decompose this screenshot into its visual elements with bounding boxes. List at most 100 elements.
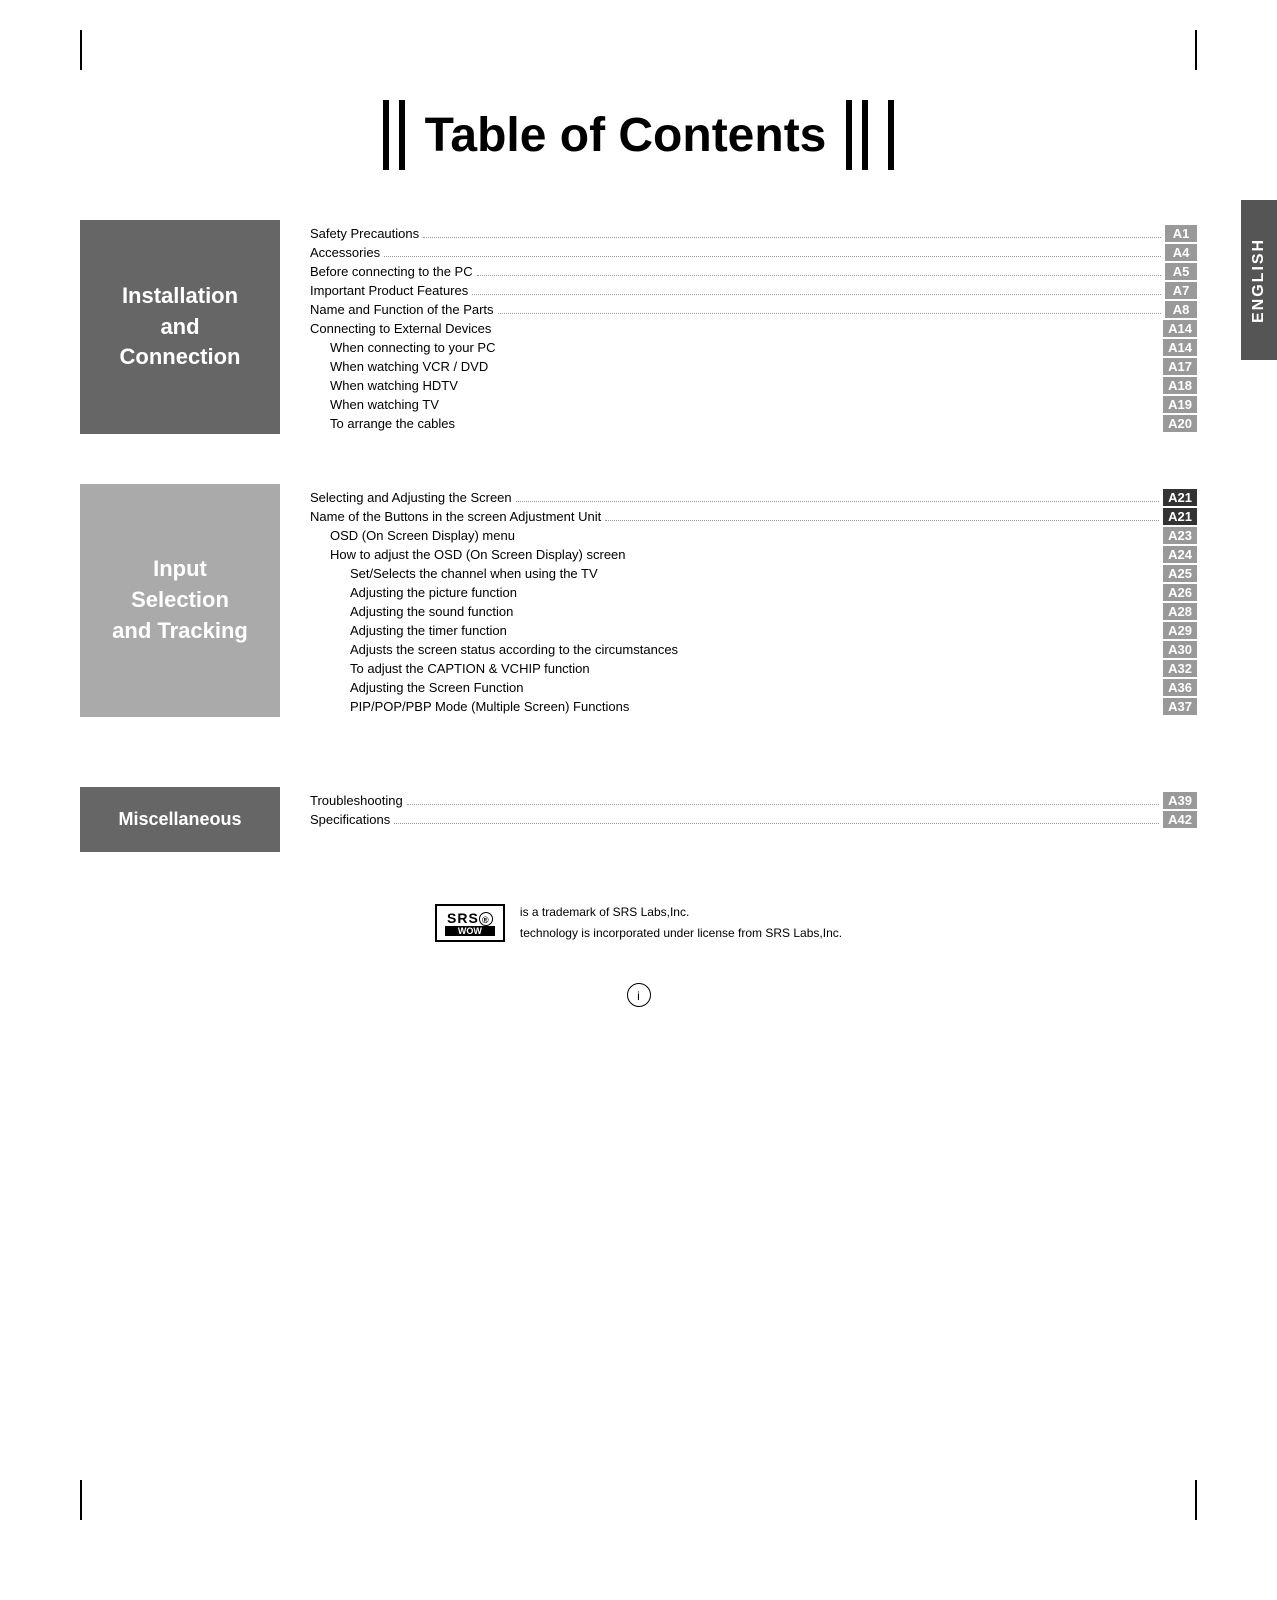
toc-row: To adjust the CAPTION & VCHIP function A… (310, 660, 1197, 677)
trademark-section: SRS® WOW is a trademark of SRS Labs,Inc.… (80, 902, 1197, 943)
toc-page: A18 (1163, 377, 1197, 394)
toc-row: Connecting to External Devices A14 (310, 320, 1197, 337)
toc-row: PIP/POP/PBP Mode (Multiple Screen) Funct… (310, 698, 1197, 715)
content-area: InstallationandConnection Safety Precaut… (80, 220, 1197, 1007)
toc-text: Important Product Features (310, 283, 468, 298)
section-label-miscellaneous: Miscellaneous (80, 787, 280, 852)
toc-page: A26 (1163, 584, 1197, 601)
toc-page: A19 (1163, 396, 1197, 413)
toc-text: PIP/POP/PBP Mode (Multiple Screen) Funct… (310, 699, 629, 714)
srs-circle: ® (479, 912, 493, 926)
toc-text: Specifications (310, 812, 390, 827)
toc-page: A24 (1163, 546, 1197, 563)
toc-row: Adjusting the picture function A26 (310, 584, 1197, 601)
toc-text: Adjusting the picture function (310, 585, 517, 600)
toc-row: Adjusting the sound function A28 (310, 603, 1197, 620)
corner-mark-br-v (1195, 1480, 1197, 1520)
toc-text: Adjusting the timer function (310, 623, 507, 638)
toc-page: A8 (1165, 301, 1197, 318)
toc-row: When watching TV A19 (310, 396, 1197, 413)
toc-row: Accessories A4 (310, 244, 1197, 261)
toc-row: Adjusting the timer function A29 (310, 622, 1197, 639)
toc-row: When watching HDTV A18 (310, 377, 1197, 394)
toc-dots (498, 313, 1161, 314)
toc-page: A30 (1163, 641, 1197, 658)
toc-page: A28 (1163, 603, 1197, 620)
title-section: Table of Contents (80, 100, 1197, 170)
toc-dots (472, 294, 1161, 295)
toc-row: Set/Selects the channel when using the T… (310, 565, 1197, 582)
page-number-section: i (80, 983, 1197, 1007)
toc-page: A39 (1163, 792, 1197, 809)
toc-row: OSD (On Screen Display) menu A23 (310, 527, 1197, 544)
section-miscellaneous: Miscellaneous Troubleshooting A39 Specif… (80, 787, 1197, 852)
toc-row: Important Product Features A7 (310, 282, 1197, 299)
toc-text: Name and Function of the Parts (310, 302, 494, 317)
toc-text: Before connecting to the PC (310, 264, 473, 279)
toc-text: Accessories (310, 245, 380, 260)
trademark-text: is a trademark of SRS Labs,Inc. technolo… (520, 902, 842, 943)
section-input: InputSelectionand Tracking Selecting and… (80, 484, 1197, 717)
section-items-input: Selecting and Adjusting the Screen A21 N… (310, 484, 1197, 717)
toc-text: Selecting and Adjusting the Screen (310, 490, 512, 505)
trademark-line1: is a trademark of SRS Labs,Inc. (520, 902, 842, 922)
english-tab: ENGLISH (1241, 200, 1277, 360)
section-installation: InstallationandConnection Safety Precaut… (80, 220, 1197, 434)
toc-text: Connecting to External Devices (310, 321, 491, 336)
corner-mark-tl-v (80, 30, 82, 70)
toc-text: Safety Precautions (310, 226, 419, 241)
toc-row: How to adjust the OSD (On Screen Display… (310, 546, 1197, 563)
toc-page: A7 (1165, 282, 1197, 299)
toc-text: Adjusting the sound function (310, 604, 513, 619)
section-label-installation: InstallationandConnection (80, 220, 280, 434)
toc-row: When watching VCR / DVD A17 (310, 358, 1197, 375)
toc-text: OSD (On Screen Display) menu (310, 528, 515, 543)
toc-text: To arrange the cables (310, 416, 455, 431)
toc-row: Name of the Buttons in the screen Adjust… (310, 508, 1197, 525)
toc-text: Adjusting the Screen Function (310, 680, 523, 695)
title-bar-right-bar1 (846, 100, 852, 170)
toc-page: A21 (1163, 489, 1197, 506)
toc-row: Troubleshooting A39 (310, 792, 1197, 809)
toc-page: A37 (1163, 698, 1197, 715)
toc-text: How to adjust the OSD (On Screen Display… (310, 547, 626, 562)
title-bar-left-bar1 (383, 100, 389, 170)
toc-page: A14 (1163, 320, 1197, 337)
section-items-miscellaneous: Troubleshooting A39 Specifications A42 (310, 787, 1197, 852)
toc-page: A20 (1163, 415, 1197, 432)
toc-row: Specifications A42 (310, 811, 1197, 828)
section-items-installation: Safety Precautions A1 Accessories A4 Bef… (310, 220, 1197, 434)
toc-text: Name of the Buttons in the screen Adjust… (310, 509, 601, 524)
toc-page: A5 (1165, 263, 1197, 280)
toc-row: When connecting to your PC A14 (310, 339, 1197, 356)
title-bar-far-right (888, 100, 894, 170)
toc-text: To adjust the CAPTION & VCHIP function (310, 661, 590, 676)
section-label-input: InputSelectionand Tracking (80, 484, 280, 717)
toc-text: Adjusts the screen status according to t… (310, 642, 678, 657)
toc-page: A14 (1163, 339, 1197, 356)
toc-text: When connecting to your PC (310, 340, 495, 355)
corner-mark-tr-v (1195, 30, 1197, 70)
toc-text: Troubleshooting (310, 793, 403, 808)
toc-dots (394, 823, 1159, 824)
toc-text: When watching TV (310, 397, 439, 412)
toc-page: A42 (1163, 811, 1197, 828)
corner-mark-bl-v (80, 1480, 82, 1520)
toc-dots (516, 501, 1160, 502)
srs-logo: SRS® WOW (435, 904, 505, 942)
toc-dots (477, 275, 1161, 276)
title-bar-left (383, 100, 405, 170)
srs-logo-bottom: WOW (445, 926, 495, 936)
trademark-line2: technology is incorporated under license… (520, 923, 842, 943)
title-bar-right (846, 100, 868, 170)
toc-row: To arrange the cables A20 (310, 415, 1197, 432)
toc-page: A17 (1163, 358, 1197, 375)
toc-text: When watching HDTV (310, 378, 458, 393)
toc-row: Safety Precautions A1 (310, 225, 1197, 242)
toc-row: Selecting and Adjusting the Screen A21 (310, 489, 1197, 506)
toc-row: Name and Function of the Parts A8 (310, 301, 1197, 318)
toc-dots (384, 256, 1161, 257)
toc-page: A1 (1165, 225, 1197, 242)
toc-page: A32 (1163, 660, 1197, 677)
toc-text: Set/Selects the channel when using the T… (310, 566, 598, 581)
